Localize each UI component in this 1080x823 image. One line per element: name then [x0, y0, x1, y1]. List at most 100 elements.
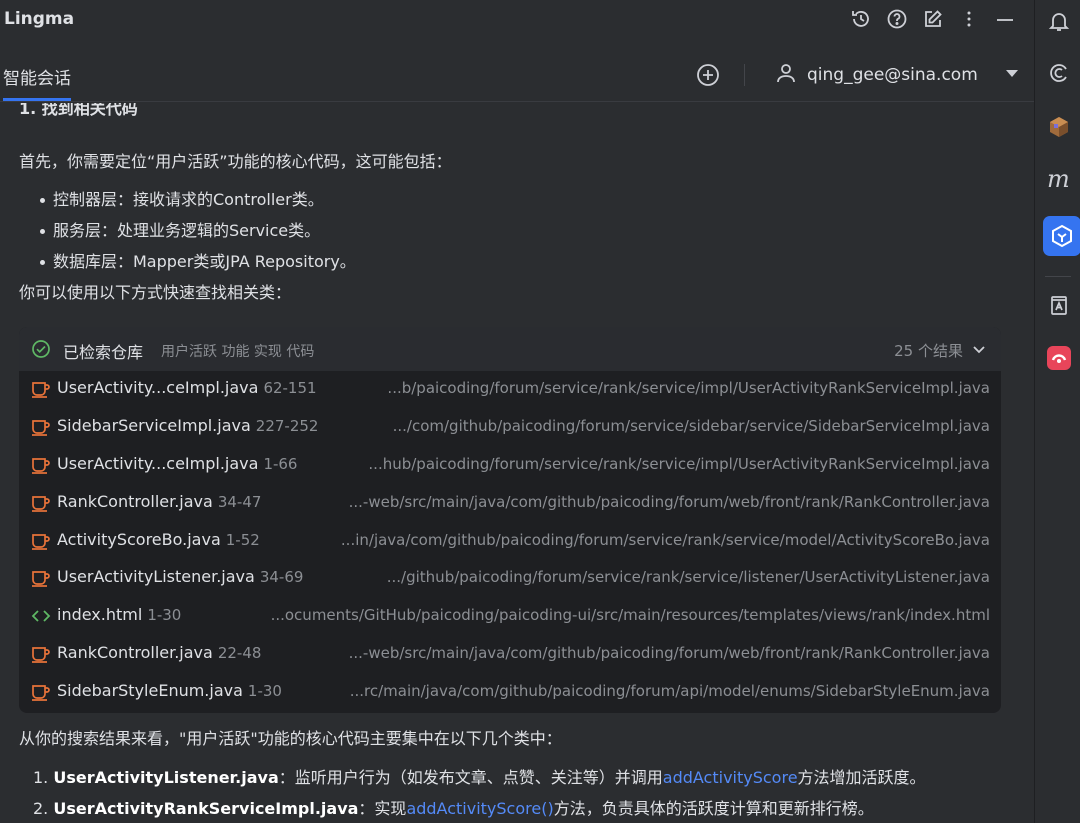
- line-range: 227-252: [255, 416, 319, 435]
- file-name-text: RankController.java: [57, 491, 213, 511]
- list-item-text: 方法增加活跃度。: [797, 768, 926, 787]
- section-heading: 1. 找到相关代码: [19, 103, 138, 118]
- list-number: 1.: [33, 768, 49, 787]
- search-result-row[interactable]: UserActivity...ceImpl.java 62-151 ...b/pai…: [19, 371, 1001, 409]
- history-icon[interactable]: [848, 6, 874, 32]
- java-cup-icon: [31, 418, 51, 436]
- list-item-text: ：实现: [358, 799, 407, 818]
- search-result-row[interactable]: UserActivityListener.java 34-69 .../github…: [19, 560, 1001, 598]
- edit-icon[interactable]: [920, 6, 946, 32]
- result-file-path: ...-web/src/main/java/com/github/paicodi…: [348, 492, 990, 511]
- file-name-text: index.html: [57, 605, 143, 625]
- result-file-name[interactable]: SidebarStyleEnum.java 1-30: [57, 681, 282, 700]
- file-name-text: SidebarStyleEnum.java: [57, 681, 243, 701]
- translate-icon[interactable]: [1046, 292, 1072, 318]
- ordered-list-item: 1. UserActivityListener.java：监听用户行为（如发布文…: [33, 764, 926, 788]
- java-cup-icon: [31, 532, 51, 550]
- result-file-path: ...-web/src/main/java/com/github/paicodi…: [348, 644, 990, 663]
- list-item-text: 服务层：处理业务逻辑的Service类。: [53, 221, 321, 240]
- user-email: qing_gee@sina.com: [807, 65, 978, 85]
- ai-assistant-icon[interactable]: [1046, 60, 1072, 86]
- result-file-name[interactable]: UserActivityListener.java 34-69: [57, 567, 303, 586]
- code-link[interactable]: addActivityScore: [663, 768, 798, 787]
- result-file-name[interactable]: RankController.java 34-47: [57, 492, 261, 511]
- file-name-text: UserActivity...ceImpl.java: [57, 378, 259, 397]
- search-result-row[interactable]: RankController.java 34-47 ...-web/src/main…: [19, 485, 1001, 523]
- search-query: 用户活跃 功能 实现 代码: [161, 344, 315, 360]
- app-plugin-icon[interactable]: [1046, 345, 1072, 371]
- class-name: UserActivityListener.java: [53, 768, 279, 787]
- line-range: 34-69: [259, 568, 304, 587]
- search-result-count: 25 个结果: [894, 342, 963, 360]
- bullet-dot: [40, 229, 45, 234]
- search-results-title: 已检索仓库: [63, 343, 144, 362]
- app-title: Lingma: [4, 9, 75, 29]
- plugin-cube-icon[interactable]: [1046, 114, 1072, 140]
- result-file-name[interactable]: UserActivity...ceImpl.java 1-66: [57, 454, 297, 473]
- class-name: UserActivityRankServiceImpl.java: [53, 799, 359, 818]
- bullet-dot: [40, 260, 45, 265]
- find-hint-text: 你可以使用以下方式快速查找相关类：: [19, 283, 292, 302]
- result-file-path: ...ocuments/GitHub/paicoding/paicoding-u…: [270, 606, 990, 625]
- java-cup-icon: [31, 494, 51, 512]
- file-name-text: UserActivity...ceImpl.java: [57, 453, 259, 473]
- new-chat-icon[interactable]: [696, 63, 720, 91]
- list-item: 服务层：处理业务逻辑的Service类。: [40, 217, 320, 241]
- line-range: 62-151: [263, 379, 317, 397]
- search-results-header[interactable]: 已检索仓库 用户活跃 功能 实现 代码 25 个结果: [19, 327, 1001, 371]
- result-file-path: ...hub/paicoding/forum/service/rank/serv…: [368, 454, 990, 473]
- minimize-icon[interactable]: [992, 6, 1018, 32]
- repo-search-results-card: 已检索仓库 用户活跃 功能 实现 代码 25 个结果 UserActivity.…: [19, 327, 1001, 713]
- conversation-content: 1. 找到相关代码 首先，你需要定位“用户活跃”功能的核心代码，这可能包括： 控…: [0, 103, 1034, 823]
- file-name-text: UserActivityListener.java: [57, 567, 255, 587]
- result-file-path: ...in/java/com/github/paicoding/forum/se…: [340, 530, 990, 549]
- result-file-path: ...rc/main/java/com/github/paicoding/for…: [349, 682, 990, 701]
- result-file-name[interactable]: SidebarServiceImpl.java 227-252: [57, 416, 318, 435]
- java-cup-icon: [31, 645, 51, 664]
- lingma-icon[interactable]: [1049, 223, 1075, 249]
- m-plugin-icon[interactable]: m: [1046, 166, 1072, 192]
- divider: [744, 64, 745, 86]
- list-item-text: 数据库层：Mapper类或JPA Repository。: [53, 252, 356, 271]
- result-file-name[interactable]: RankController.java 22-48: [57, 643, 261, 662]
- code-link[interactable]: addActivityScore(): [406, 799, 553, 818]
- list-number: 2.: [33, 799, 49, 818]
- file-name-text: RankController.java: [57, 643, 213, 663]
- tab-smart-chat[interactable]: 智能会话: [3, 64, 71, 89]
- more-vertical-icon[interactable]: [956, 6, 982, 32]
- list-item: 数据库层：Mapper类或JPA Repository。: [40, 248, 356, 272]
- list-item-text: ：监听用户行为（如发布文章、点赞、关注等）并调用: [278, 768, 663, 787]
- result-file-path: ...b/paicoding/forum/service/rank/servic…: [387, 379, 990, 397]
- user-account-selector[interactable]: qing_gee@sina.com: [775, 62, 1020, 88]
- search-result-row[interactable]: RankController.java 22-48 ...-web/src/main…: [19, 636, 1001, 674]
- java-cup-icon: [31, 683, 51, 701]
- line-range: 1-66: [263, 454, 298, 473]
- notifications-bell-icon[interactable]: [1046, 8, 1072, 34]
- line-range: 22-48: [217, 644, 262, 663]
- search-result-row[interactable]: ActivityScoreBo.java 1-52 ...in/java/com/g…: [19, 523, 1001, 561]
- search-result-row[interactable]: SidebarServiceImpl.java 227-252 .../com/gi…: [19, 409, 1001, 447]
- file-name-text: SidebarServiceImpl.java: [57, 415, 251, 435]
- java-cup-icon: [31, 380, 51, 398]
- ordered-list-item: 2. UserActivityRankServiceImpl.java：实现ad…: [33, 795, 874, 819]
- help-icon[interactable]: [884, 6, 910, 32]
- search-result-row[interactable]: UserActivity...ceImpl.java 1-66 ...hub/pai…: [19, 447, 1001, 485]
- title-bar: Lingma: [0, 0, 1034, 40]
- line-range: 1-30: [247, 682, 282, 701]
- result-file-path: .../github/paicoding/forum/service/rank/…: [386, 568, 990, 587]
- result-file-name[interactable]: index.html 1-30: [57, 605, 181, 624]
- result-file-name[interactable]: UserActivity...ceImpl.java 62-151: [57, 378, 317, 397]
- tab-bar: 智能会话 qing_gee@sina.com: [0, 40, 1034, 102]
- chat-panel: Lingma 智能会话 qing_gee@sina.com 1. 找到相关代码 …: [0, 0, 1034, 823]
- bullet-dot: [40, 198, 45, 203]
- result-file-name[interactable]: ActivityScoreBo.java 1-52: [57, 530, 260, 549]
- tab-active-indicator: [3, 98, 71, 101]
- search-results-list: UserActivity...ceImpl.java 62-151 ...b/pai…: [19, 371, 1001, 712]
- intro-text: 首先，你需要定位“用户活跃”功能的核心代码，这可能包括：: [19, 152, 452, 171]
- chevron-down-icon[interactable]: [971, 341, 987, 361]
- file-name-text: ActivityScoreBo.java: [57, 529, 221, 549]
- java-cup-icon: [31, 569, 51, 588]
- chevron-down-icon[interactable]: [1004, 65, 1020, 85]
- search-result-row[interactable]: SidebarStyleEnum.java 1-30 ...rc/main/java…: [19, 674, 1001, 712]
- search-result-row[interactable]: index.html 1-30 ...ocuments/GitHub/paicodi…: [19, 598, 1001, 636]
